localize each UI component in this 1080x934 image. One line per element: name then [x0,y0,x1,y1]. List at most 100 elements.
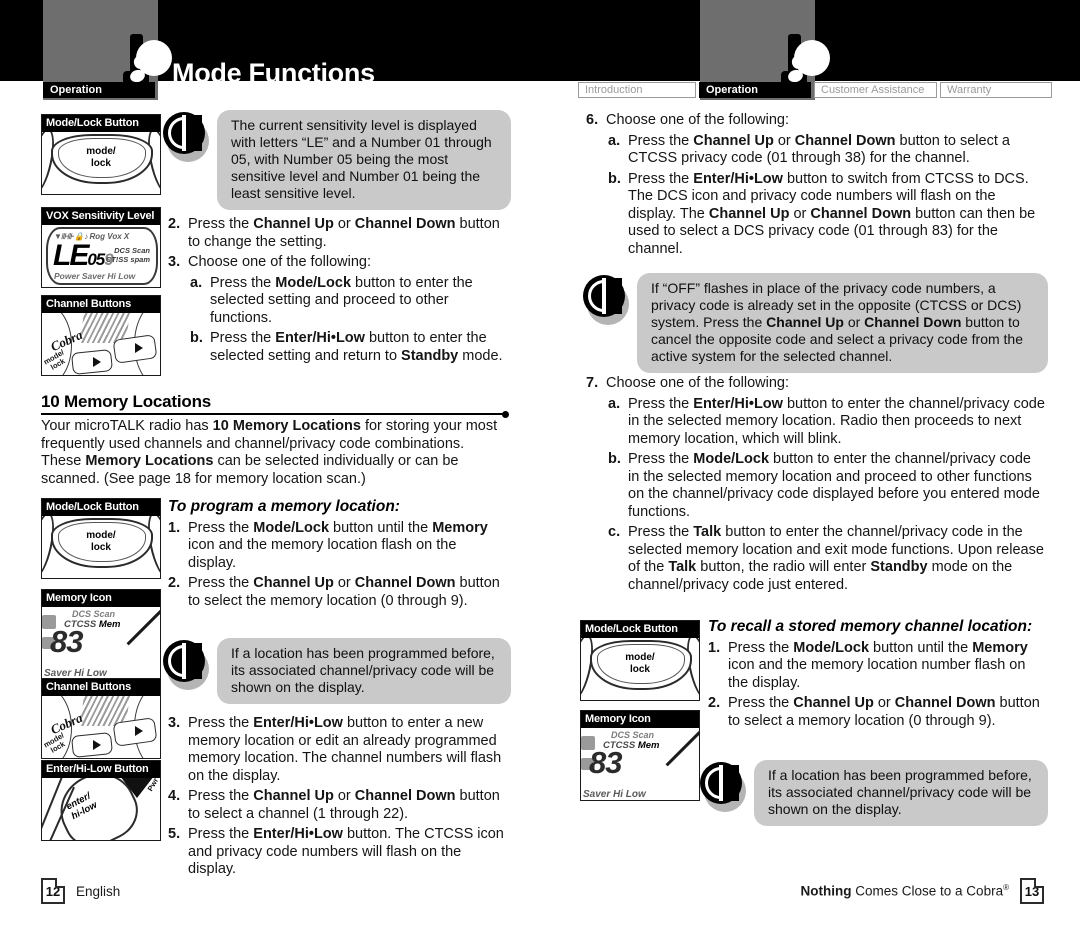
program-step-1: 1. Press the Mode/Lock button until the … [168,520,508,573]
page-number-left: 12 [41,878,65,904]
subheading-program: To program a memory location: [168,498,400,515]
program-memory-block: To program a memory location: 1. Press t… [168,498,508,613]
footer-tagline: Nothing Comes Close to a Cobra® [801,883,1009,899]
lcd-main-readout: LE059 [53,239,114,272]
tab-operation[interactable]: Operation [699,82,811,98]
figure-channel-buttons-2: Channel Buttons Cobra mode/lock [41,678,161,759]
right-step-7-block: 7. Choose one of the following: a. Press… [586,375,1046,597]
footer-left: 12 English [41,878,120,904]
step-marker: 1. [708,639,721,656]
figure-caption: Mode/Lock Button [42,499,160,516]
key-label-line2: lock [90,542,111,553]
enter-hi-low-key-artwork: enter/ hi-low Pwr [42,778,160,840]
info-circle-icon [163,112,205,154]
channel-down-key [70,348,114,375]
key-label-line1: mode/ [86,530,116,541]
lcd-digits: 83 [589,745,622,780]
tab-operation-left[interactable]: Operation [43,82,155,98]
step-marker: 3. [168,715,181,731]
step-text: Press the Enter/Hi•Low button to enter a… [188,715,502,784]
tip-text: The current sensitivity level is display… [217,110,511,210]
info-circle-icon [163,640,205,682]
key-label-line2: lock [629,664,650,675]
substep-text: Press the Mode/Lock button to enter the … [628,451,1040,520]
lcd-bottom-icons: Saver Hi Low [583,789,646,800]
page-number-right: 13 [1020,878,1044,904]
rule-end-dot [502,411,509,418]
tip-callout-3: If “OFF” flashes in place of the privacy… [583,273,1048,373]
channel-buttons-artwork: Cobra mode/lock [42,696,160,758]
tip-callout-4: If a location has been programmed before… [700,760,1048,826]
figure-caption: Mode/Lock Button [42,115,160,132]
substep-marker: b. [608,170,621,187]
substep-7c: c. Press the Talk button to enter the ch… [586,524,1046,594]
figure-mode-lock-button-1: Mode/Lock Button mode/ lock [41,114,161,195]
tab-warranty[interactable]: Warranty [940,82,1052,98]
mode-lock-key-artwork: mode/ lock [581,638,699,700]
recall-memory-block: To recall a stored memory channel locati… [708,618,1048,733]
figure-enter-hi-low-button: Enter/Hi-Low Button enter/ hi-low Pwr [41,760,161,841]
mode-lock-key-artwork: mode/ lock [42,132,160,194]
step-text: Choose one of the following: [606,375,789,391]
figure-caption: Channel Buttons [42,296,160,313]
substep-3b: b. Press the Enter/Hi•Low button to ente… [168,330,508,365]
section-heading: 10 Memory Locations [41,392,212,411]
substep-text: Press the Enter/Hi•Low button to switch … [628,170,1036,257]
step-text: Press the Mode/Lock button until the Mem… [728,639,1028,691]
info-circle-icon [583,275,625,317]
mode-lock-key-artwork: mode/ lock [42,516,160,578]
tab-introduction[interactable]: Introduction [578,82,696,98]
subheading-recall: To recall a stored memory channel locati… [708,618,1033,635]
substep-7a: a. Press the Enter/Hi•Low button to ente… [586,396,1046,449]
lcd-top-icons: DCS Scan [611,730,655,740]
channel-down-key [70,731,114,758]
channel-up-arrow-icon [135,726,143,736]
memory-indicator: Mem [637,740,660,751]
figure-mode-lock-button-3: Mode/Lock Button mode/ lock [580,620,700,701]
figure-caption: Mode/Lock Button [581,621,699,638]
memory-indicator: Mem [98,619,121,630]
tip-text: If a location has been programmed before… [217,638,511,704]
substep-7b: b. Press the Mode/Lock button to enter t… [586,451,1046,521]
step-marker: 2. [168,575,181,591]
tab-customer-assistance[interactable]: Customer Assistance [814,82,937,98]
step-text: Choose one of the following: [606,112,789,128]
step-marker: 2. [708,695,721,711]
substep-marker: b. [608,451,621,467]
figure-memory-icon-1: Memory Icon DCS Scan CTCSS Mem 83 ／ Save… [41,589,161,680]
step-text: Press the Channel Up or Channel Down but… [728,695,1040,729]
substep-text: Press the Mode/Lock button to enter the … [210,274,473,326]
tagline-rest: Comes Close to a Cobra [851,883,1004,899]
right-step-6-block: 6. Choose one of the following: a. Press… [586,112,1046,261]
step-text: Press the Channel Up or Channel Down but… [188,575,500,609]
figure-caption: Channel Buttons [42,679,160,696]
channel-up-arrow-icon [135,343,143,353]
footer-right: Nothing Comes Close to a Cobra® 13 [801,878,1044,904]
recall-step-2: 2. Press the Channel Up or Channel Down … [708,695,1048,730]
figure-mode-lock-button-2: Mode/Lock Button mode/ lock [41,498,161,579]
step-marker: 3. [168,254,181,270]
program-step-3: 3. Press the Enter/Hi•Low button to ente… [168,715,508,785]
step-text: Press the Channel Up or Channel Down but… [188,216,500,250]
figure-caption: Memory Icon [42,590,160,607]
channel-buttons-artwork: Cobra mode/lock [42,313,160,375]
step-7: 7. Choose one of the following: [586,375,1046,393]
step-6: 6. Choose one of the following: [586,112,1046,130]
step-marker: 7. [586,375,599,391]
tip-callout-2: If a location has been programmed before… [163,638,511,704]
two-way-radio-icon-right [770,26,832,90]
substep-6b: b. Press the Enter/Hi•Low button to swit… [586,171,1046,259]
key-label-line2: lock [90,158,111,169]
vox-lcd-artwork: ▼⊪⊪ 🔒 ♪ Rog Vox X LE059 DCS Scan CT!SS s… [42,225,160,287]
step-text: Choose one of the following: [188,254,371,270]
page-title: Mode Functions [172,58,375,88]
step-marker: 4. [168,788,181,804]
tip-text: If “OFF” flashes in place of the privacy… [637,273,1048,373]
footer-language: English [76,883,121,899]
substep-marker: a. [608,132,621,149]
figure-memory-icon-2: Memory Icon DCS Scan CTCSS Mem 83 ／ Save… [580,710,700,801]
substep-marker: c. [608,524,621,540]
channel-down-arrow-icon [93,740,101,750]
substep-marker: a. [608,395,621,412]
lcd-top-icons: DCS Scan [72,609,116,619]
